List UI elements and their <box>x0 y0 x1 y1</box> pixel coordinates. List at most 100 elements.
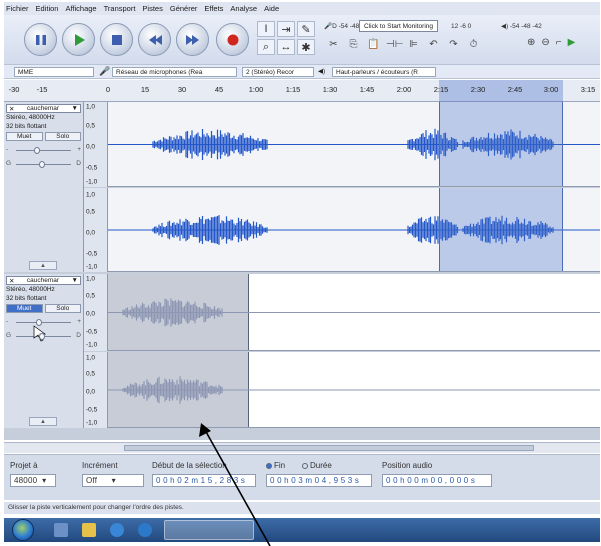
audio-position-field[interactable]: 0 0 h 0 0 m 0 0 , 0 0 0 s <box>382 474 492 487</box>
fit-icon[interactable]: ⌐ <box>556 37 562 48</box>
amplitude-label: 1,0 <box>86 103 96 111</box>
selection-end-field[interactable]: 0 0 h 0 3 m 0 4 , 9 5 3 s <box>266 474 372 487</box>
redo-icon[interactable]: ↷ <box>446 39 461 50</box>
playback-device-select[interactable]: Haut-parleurs / écouteurs (R <box>332 67 436 77</box>
end-radio-label: Fin <box>274 461 286 470</box>
cut-icon[interactable]: ✂ <box>326 39 341 50</box>
zoom-in-icon[interactable]: ⊕ <box>527 37 535 48</box>
waveform-right-channel[interactable] <box>108 352 600 428</box>
record-meter[interactable]: 🎤 D -54 -48 <box>324 20 359 32</box>
scrollbar-thumb[interactable] <box>124 445 534 451</box>
recording-channels-select[interactable]: 2 (Stéréo) Recor <box>242 67 314 77</box>
menu-generer[interactable]: Générer <box>170 4 198 13</box>
folder-icon[interactable] <box>82 523 96 537</box>
playback-meter[interactable]: ◀) -54 -48 -42 <box>501 20 542 32</box>
pan-slider[interactable]: GD <box>6 332 81 341</box>
close-track-icon[interactable]: ✕ <box>9 105 14 113</box>
mute-button[interactable]: Muet <box>6 304 43 313</box>
silence-icon[interactable]: ⊫ <box>406 39 421 50</box>
ruler-tick: 2:45 <box>507 85 523 94</box>
ruler-tick: 3:00 <box>543 85 559 94</box>
microphone-icon: 🎤 <box>99 66 111 76</box>
media-player-icon[interactable] <box>110 523 124 537</box>
edit-toolbar: ✂ ⎘ 📋 ⊣⊢ ⊫ ↶ ↷ ⏱ <box>326 39 481 50</box>
gain-slider[interactable]: - + <box>6 146 81 155</box>
audacity-taskbar-button[interactable] <box>164 520 254 540</box>
start-monitoring-button[interactable]: Click to Start Monitoring <box>359 20 438 32</box>
transport-toolbar: I ⇥ ✎ ⌕ ↔ ✱ 🎤 D -54 -48 Click to Start M… <box>4 15 600 65</box>
speaker-icon: ◀) <box>501 23 509 30</box>
track-name-menu[interactable]: ✕ cauchemar ▼ <box>6 104 81 113</box>
amplitude-label: 1,0 <box>86 191 96 199</box>
audio-host-select[interactable]: MME <box>14 67 94 77</box>
collapse-track-button[interactable]: ▲ <box>29 417 57 426</box>
mute-button[interactable]: Muet <box>6 132 43 141</box>
timeshift-tool-icon[interactable]: ↔ <box>277 39 295 55</box>
project-rate-select[interactable]: 48000 ▾ <box>10 474 56 487</box>
skip-to-start-button[interactable] <box>138 23 171 56</box>
amplitude-label: 1,0 <box>86 354 96 362</box>
close-track-icon[interactable]: ✕ <box>9 277 14 285</box>
playback-meter-scale: -54 -48 -42 <box>509 22 542 30</box>
timeline-ruler[interactable]: -30 -15 0 15 30 45 1:00 1:15 1:30 1:45 2… <box>4 80 600 102</box>
menu-transport[interactable]: Transport <box>104 4 136 13</box>
paste-icon[interactable]: 📋 <box>366 39 381 50</box>
selection-start-field[interactable]: 0 0 h 0 2 m 1 5 , 2 8 3 s <box>152 474 256 487</box>
waveform-left-channel[interactable] <box>108 102 600 187</box>
skip-to-end-button[interactable] <box>176 23 209 56</box>
waveform-left-channel[interactable] <box>108 274 600 351</box>
recording-device-select[interactable]: Réseau de microphones (Rea <box>112 67 237 77</box>
selection-start-label: Début de la sélection <box>152 461 227 470</box>
stop-icon <box>111 34 122 45</box>
ruler-tick: -30 <box>8 85 20 94</box>
multi-tool-icon[interactable]: ✱ <box>297 39 315 55</box>
snap-select[interactable]: Off ▾ <box>82 474 144 487</box>
menu-effets[interactable]: Effets <box>204 4 223 13</box>
ruler-tick: 15 <box>140 85 150 94</box>
ruler-tick: 1:30 <box>322 85 338 94</box>
menu-edition[interactable]: Edition <box>36 4 59 13</box>
pause-button[interactable] <box>24 23 57 56</box>
zoom-out-icon[interactable]: ⊖ <box>541 37 549 48</box>
menu-analyse[interactable]: Analyse <box>230 4 257 13</box>
start-button[interactable] <box>12 519 34 541</box>
play-at-speed-icon[interactable]: ▶ <box>568 37 576 48</box>
trim-icon[interactable]: ⊣⊢ <box>386 39 403 50</box>
end-radio[interactable]: Fin <box>266 461 285 470</box>
waveform-path <box>122 298 223 327</box>
collapse-track-button[interactable]: ▲ <box>29 261 57 270</box>
amplitude-label: 0,5 <box>86 122 96 130</box>
track-format-info: 32 bits flottant <box>6 294 47 302</box>
browser-icon[interactable] <box>138 523 152 537</box>
menu-pistes[interactable]: Pistes <box>142 4 162 13</box>
track-control-panel[interactable]: ✕ cauchemar ▼ Stéréo, 48000Hz 32 bits fl… <box>4 102 84 272</box>
menu-aide[interactable]: Aide <box>264 4 279 13</box>
track-control-panel[interactable]: ✕ cauchemar ▼ Stéréo, 48000Hz 32 bits fl… <box>4 274 84 428</box>
pan-slider[interactable]: GD <box>6 160 81 169</box>
solo-button[interactable]: Solo <box>44 304 81 313</box>
track-rate-info: Stéréo, 48000Hz <box>6 286 55 293</box>
stop-button[interactable] <box>100 23 133 56</box>
selection-toolbar: Projet à 48000 ▾ Incrément Off ▾ Début d… <box>4 454 600 500</box>
record-icon <box>227 34 238 45</box>
taskbar-app-icon[interactable] <box>54 523 68 537</box>
record-button[interactable] <box>216 23 249 56</box>
menu-fichier[interactable]: Fichier <box>6 4 29 13</box>
length-radio[interactable]: Durée <box>302 461 332 470</box>
zoom-tool-icon[interactable]: ⌕ <box>257 39 275 55</box>
waveform-right-channel[interactable] <box>108 188 600 272</box>
selection-tool-icon[interactable]: I <box>257 21 275 37</box>
copy-icon[interactable]: ⎘ <box>346 39 361 50</box>
gain-slider[interactable]: - + <box>6 318 81 327</box>
solo-button[interactable]: Solo <box>44 132 81 141</box>
draw-tool-icon[interactable]: ✎ <box>297 21 315 37</box>
microphone-icon: 🎤 <box>324 23 333 30</box>
menu-affichage[interactable]: Affichage <box>65 4 96 13</box>
sync-lock-icon[interactable]: ⏱ <box>466 39 481 50</box>
horizontal-scrollbar[interactable] <box>4 442 600 453</box>
track-name-menu[interactable]: ✕ cauchemar ▼ <box>6 276 81 285</box>
envelope-tool-icon[interactable]: ⇥ <box>277 21 295 37</box>
waveform-path <box>122 376 223 404</box>
undo-icon[interactable]: ↶ <box>426 39 441 50</box>
play-button[interactable] <box>62 23 95 56</box>
